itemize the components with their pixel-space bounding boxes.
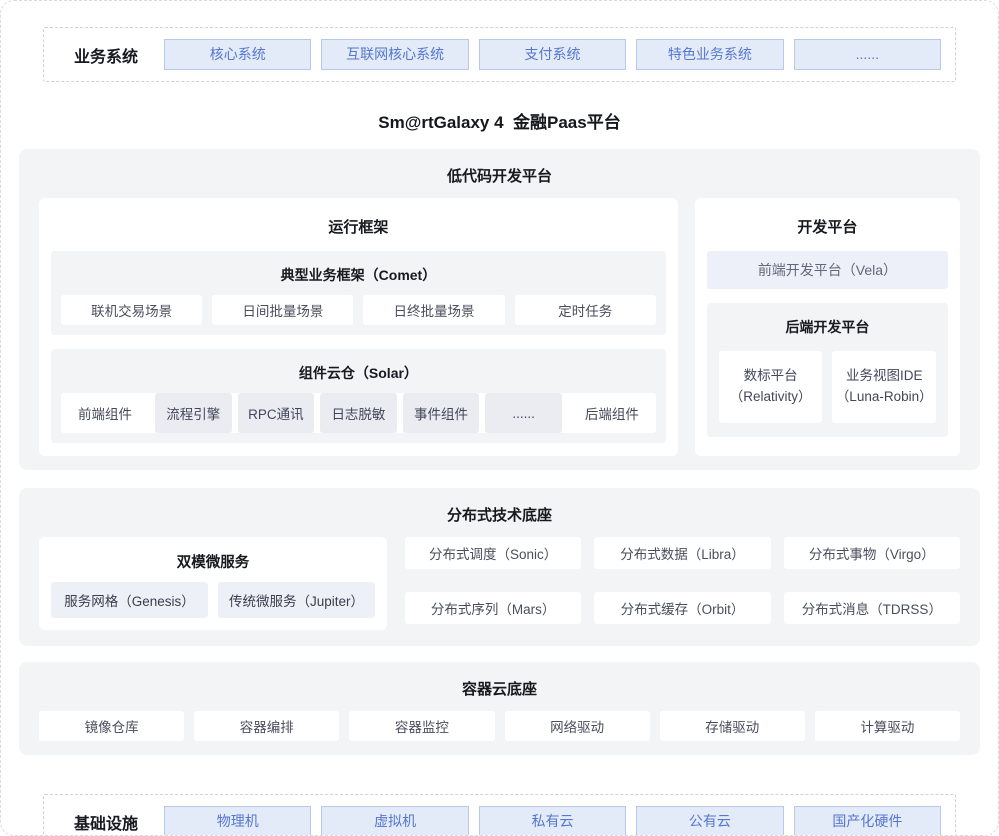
infra-public-cloud: 公有云 bbox=[636, 806, 783, 836]
infra-virtual-machine: 虚拟机 bbox=[321, 806, 468, 836]
solar-backend-components: 后端组件 bbox=[568, 393, 656, 433]
comet-chip-row: 联机交易场景 日间批量场景 日终批量场景 定时任务 bbox=[61, 295, 656, 325]
lowcode-platform-body: 运行框架 典型业务框架（Comet） 联机交易场景 日间批量场景 日终批量场景 … bbox=[39, 198, 960, 456]
lowcode-platform-title: 低代码开发平台 bbox=[39, 161, 960, 198]
business-systems-label: 业务系统 bbox=[58, 43, 154, 67]
backend-dev-platform-box: 后端开发平台 数标平台 （Relativity） 业务视图IDE （Luna-R… bbox=[707, 303, 948, 437]
solar-item-event-components: 事件组件 bbox=[403, 393, 480, 433]
solar-item-rpc: RPC通讯 bbox=[238, 393, 315, 433]
comet-item-online-trade: 联机交易场景 bbox=[61, 295, 202, 325]
comet-item-scheduled-task: 定时任务 bbox=[515, 295, 656, 325]
business-system-payment: 支付系统 bbox=[479, 39, 626, 70]
lowcode-platform-section: 低代码开发平台 运行框架 典型业务框架（Comet） 联机交易场景 日间批量场景… bbox=[19, 149, 980, 470]
distributed-base-section: 分布式技术底座 双模微服务 服务网格（Genesis） 传统微服务（Jupite… bbox=[19, 488, 980, 646]
container-monitoring: 容器监控 bbox=[349, 711, 494, 741]
infra-private-cloud: 私有云 bbox=[479, 806, 626, 836]
solar-frontend-components: 前端组件 bbox=[61, 393, 149, 433]
backend-item-relativity-code: （Relativity） bbox=[730, 387, 812, 408]
architecture-diagram: 业务系统 核心系统 互联网核心系统 支付系统 特色业务系统 ...... Sm@… bbox=[0, 0, 999, 836]
runtime-framework-box: 运行框架 典型业务框架（Comet） 联机交易场景 日间批量场景 日终批量场景 … bbox=[39, 198, 678, 456]
container-base-title: 容器云底座 bbox=[39, 674, 960, 711]
distributed-base-body: 双模微服务 服务网格（Genesis） 传统微服务（Jupiter） 分布式调度… bbox=[39, 537, 960, 630]
distributed-cache-orbit: 分布式缓存（Orbit） bbox=[594, 592, 770, 624]
solar-repo-box: 组件云仓（Solar） 前端组件 流程引擎 RPC通讯 日志脱敏 事件组件 ..… bbox=[51, 349, 666, 443]
backend-item-luna-robin-code: （Luna-Robin） bbox=[836, 387, 933, 408]
frontend-dev-platform-vela: 前端开发平台（Vela） bbox=[707, 251, 948, 289]
infra-physical-machine: 物理机 bbox=[164, 806, 311, 836]
infra-domestic-hardware: 国产化硬件 bbox=[794, 806, 941, 836]
dual-mode-microservice-title: 双模微服务 bbox=[51, 547, 375, 582]
container-orchestration: 容器编排 bbox=[194, 711, 339, 741]
page-title: Sm@rtGalaxy 4 金融Paas平台 bbox=[19, 108, 980, 133]
solar-repo-title: 组件云仓（Solar） bbox=[61, 359, 656, 393]
backend-item-luna-robin-name: 业务视图IDE bbox=[846, 366, 923, 387]
business-system-more: ...... bbox=[794, 39, 941, 70]
backend-item-relativity-name: 数标平台 bbox=[744, 366, 798, 387]
distributed-scheduling-sonic: 分布式调度（Sonic） bbox=[405, 537, 581, 569]
comet-framework-box: 典型业务框架（Comet） 联机交易场景 日间批量场景 日终批量场景 定时任务 bbox=[51, 251, 666, 335]
infrastructure-row: 基础设施 物理机 虚拟机 私有云 公有云 国产化硬件 bbox=[43, 794, 956, 836]
distributed-services-grid: 分布式调度（Sonic） 分布式数据（Libra） 分布式事物（Virgo） 分… bbox=[405, 537, 960, 630]
distributed-sequence-mars: 分布式序列（Mars） bbox=[405, 592, 581, 624]
comet-framework-title: 典型业务框架（Comet） bbox=[61, 261, 656, 295]
solar-item-log-masking: 日志脱敏 bbox=[320, 393, 397, 433]
container-base-section: 容器云底座 镜像仓库 容器编排 容器监控 网络驱动 存储驱动 计算驱动 bbox=[19, 662, 980, 755]
solar-item-more: ...... bbox=[485, 393, 562, 433]
container-base-row: 镜像仓库 容器编排 容器监控 网络驱动 存储驱动 计算驱动 bbox=[39, 711, 960, 741]
business-system-core: 核心系统 bbox=[164, 39, 311, 70]
backend-item-luna-robin: 业务视图IDE （Luna-Robin） bbox=[832, 351, 936, 423]
backend-dev-platform-title: 后端开发平台 bbox=[719, 315, 936, 351]
distributed-data-libra: 分布式数据（Libra） bbox=[594, 537, 770, 569]
distributed-message-tdrss: 分布式消息（TDRSS） bbox=[784, 592, 960, 624]
business-system-special: 特色业务系统 bbox=[636, 39, 783, 70]
solar-item-process-engine: 流程引擎 bbox=[155, 393, 232, 433]
dual-mode-jupiter: 传统微服务（Jupiter） bbox=[218, 582, 375, 618]
backend-dev-platform-grid: 数标平台 （Relativity） 业务视图IDE （Luna-Robin） bbox=[719, 351, 936, 423]
infrastructure-buttons: 物理机 虚拟机 私有云 公有云 国产化硬件 bbox=[164, 806, 941, 836]
backend-item-relativity: 数标平台 （Relativity） bbox=[719, 351, 823, 423]
dual-mode-microservice-box: 双模微服务 服务网格（Genesis） 传统微服务（Jupiter） bbox=[39, 537, 387, 630]
dual-mode-chip-row: 服务网格（Genesis） 传统微服务（Jupiter） bbox=[51, 582, 375, 618]
container-network-driver: 网络驱动 bbox=[505, 711, 650, 741]
container-image-registry: 镜像仓库 bbox=[39, 711, 184, 741]
comet-item-endofday-batch: 日终批量场景 bbox=[363, 295, 504, 325]
business-systems-buttons: 核心系统 互联网核心系统 支付系统 特色业务系统 ...... bbox=[164, 39, 941, 70]
solar-chip-row: 前端组件 流程引擎 RPC通讯 日志脱敏 事件组件 ...... 后端组件 bbox=[61, 393, 656, 433]
runtime-framework-title: 运行框架 bbox=[51, 210, 666, 251]
dev-platform-title: 开发平台 bbox=[707, 210, 948, 251]
infrastructure-label: 基础设施 bbox=[58, 810, 154, 834]
business-system-internet-core: 互联网核心系统 bbox=[321, 39, 468, 70]
business-systems-row: 业务系统 核心系统 互联网核心系统 支付系统 特色业务系统 ...... bbox=[43, 27, 956, 82]
comet-item-daytime-batch: 日间批量场景 bbox=[212, 295, 353, 325]
distributed-base-title: 分布式技术底座 bbox=[39, 500, 960, 537]
dev-platform-box: 开发平台 前端开发平台（Vela） 后端开发平台 数标平台 （Relativit… bbox=[695, 198, 960, 456]
distributed-transaction-virgo: 分布式事物（Virgo） bbox=[784, 537, 960, 569]
container-compute-driver: 计算驱动 bbox=[815, 711, 960, 741]
dual-mode-genesis: 服务网格（Genesis） bbox=[51, 582, 208, 618]
container-storage-driver: 存储驱动 bbox=[660, 711, 805, 741]
